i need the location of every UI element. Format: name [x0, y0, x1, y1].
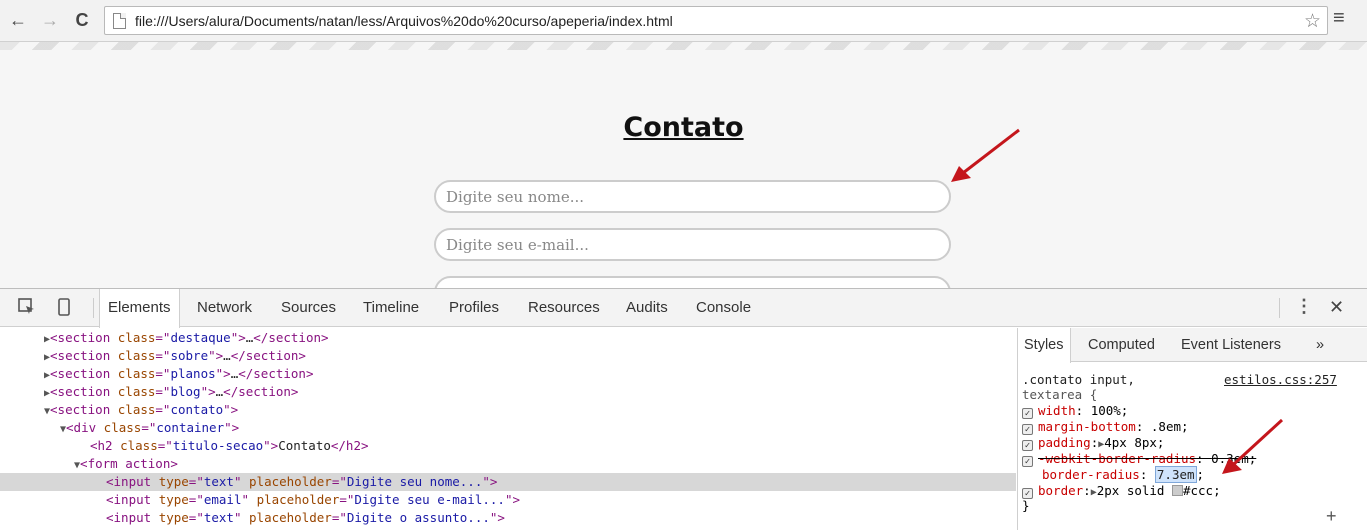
- more-tabs-icon[interactable]: »: [1310, 328, 1330, 362]
- subject-input[interactable]: [434, 276, 951, 288]
- css-source-link[interactable]: estilos.css:257: [1224, 372, 1337, 387]
- dom-node-section[interactable]: ▶<section class="blog">…</section>: [44, 383, 298, 401]
- css-selector-line2: textarea {: [1022, 387, 1098, 402]
- reload-icon[interactable]: C: [72, 9, 92, 31]
- page-icon: [113, 13, 126, 29]
- styles-pane: Styles Computed Event Listeners » .conta…: [1017, 328, 1367, 530]
- dom-node-h2[interactable]: <h2 class="titulo-secao">Contato</h2>: [90, 437, 369, 455]
- css-close-brace: }: [1022, 498, 1030, 513]
- tab-sources[interactable]: Sources: [273, 289, 344, 327]
- url-text[interactable]: file:///Users/alura/Documents/natan/less…: [135, 13, 673, 29]
- checkbox-checked[interactable]: ✓: [1022, 456, 1033, 467]
- tabbar-divider: [93, 298, 94, 318]
- devtools-panel: Elements Network Sources Timeline Profil…: [0, 288, 1367, 530]
- dom-node-div[interactable]: ▼<div class="container">: [60, 419, 239, 437]
- tab-profiles[interactable]: Profiles: [441, 289, 507, 327]
- css-rule-padding[interactable]: ✓ padding:▶4px 8px;: [1022, 435, 1164, 452]
- css-rule-border-radius[interactable]: border-radius: 7.3em;: [1042, 466, 1204, 483]
- dom-node-form[interactable]: ▼<form action>: [74, 455, 178, 473]
- name-input-placeholder: Digite seu nome...: [446, 188, 584, 206]
- dom-node-section[interactable]: ▶<section class="destaque">…</section>: [44, 329, 329, 347]
- red-arrow-icon: [951, 128, 1020, 182]
- dom-node-input[interactable]: <input type="text" placeholder="Digite o…: [106, 509, 505, 527]
- css-rule-border[interactable]: ✓ border:▶2px solid #ccc;: [1022, 483, 1221, 500]
- tab-event-listeners[interactable]: Event Listeners: [1175, 328, 1287, 362]
- page-title: Contato: [623, 112, 744, 143]
- page-viewport: Contato Digite seu nome... Digite seu e-…: [0, 42, 1367, 288]
- tab-console[interactable]: Console: [688, 289, 759, 327]
- forward-arrow-icon[interactable]: →: [40, 9, 60, 31]
- close-devtools-icon[interactable]: ✕: [1329, 297, 1344, 318]
- styles-tabbar: Styles Computed Event Listeners »: [1018, 328, 1367, 363]
- inspect-element-icon[interactable]: [18, 298, 36, 316]
- back-arrow-icon[interactable]: ←: [8, 9, 28, 31]
- dom-node-section-contato[interactable]: ▼<section class="contato">: [44, 401, 238, 419]
- bookmark-star-icon[interactable]: ☆: [1304, 10, 1321, 33]
- tab-styles[interactable]: Styles: [1018, 328, 1071, 363]
- dom-node-section[interactable]: ▶<section class="sobre">…</section>: [44, 347, 306, 365]
- tab-computed[interactable]: Computed: [1082, 328, 1161, 362]
- decorative-stripe: [0, 42, 1367, 50]
- device-mode-icon[interactable]: [55, 298, 73, 316]
- email-input[interactable]: Digite seu e-mail...: [434, 228, 951, 261]
- red-arrow-icon: [1222, 418, 1284, 474]
- css-rule-margin-bottom[interactable]: ✓ margin-bottom: .8em;: [1022, 419, 1189, 435]
- name-input[interactable]: Digite seu nome...: [434, 180, 951, 213]
- checkbox-checked[interactable]: ✓: [1022, 408, 1033, 419]
- css-value-editor[interactable]: 7.3em: [1154, 466, 1197, 483]
- checkbox-checked[interactable]: ✓: [1022, 440, 1033, 451]
- elements-tree: ▶<section class="destaque">…</section> ▶…: [0, 328, 1016, 530]
- email-input-placeholder: Digite seu e-mail...: [446, 236, 589, 254]
- css-rule-width[interactable]: ✓ width: 100%;: [1022, 403, 1128, 419]
- tab-resources[interactable]: Resources: [520, 289, 608, 327]
- devtools-tabbar: Elements Network Sources Timeline Profil…: [0, 289, 1367, 328]
- tab-network[interactable]: Network: [189, 289, 260, 327]
- menu-icon[interactable]: ≡: [1333, 7, 1345, 30]
- browser-toolbar: ← → C file:///Users/alura/Documents/nata…: [0, 0, 1367, 42]
- css-selector: .contato input,: [1022, 372, 1135, 387]
- address-bar[interactable]: file:///Users/alura/Documents/natan/less…: [104, 6, 1328, 35]
- tab-audits[interactable]: Audits: [618, 289, 676, 327]
- checkbox-checked[interactable]: ✓: [1022, 424, 1033, 435]
- tab-elements[interactable]: Elements: [99, 289, 180, 328]
- tab-timeline[interactable]: Timeline: [355, 289, 427, 327]
- dom-node-section[interactable]: ▶<section class="planos">…</section>: [44, 365, 313, 383]
- add-style-rule-icon[interactable]: +: [1326, 506, 1337, 527]
- more-options-icon[interactable]: ⋮: [1295, 296, 1313, 317]
- tabbar-divider-right: [1279, 298, 1280, 318]
- color-swatch[interactable]: [1171, 485, 1183, 496]
- dom-node-input-selected[interactable]: <input type="text" placeholder="Digite s…: [0, 473, 1016, 491]
- dom-node-input[interactable]: <input type="email" placeholder="Digite …: [106, 491, 520, 509]
